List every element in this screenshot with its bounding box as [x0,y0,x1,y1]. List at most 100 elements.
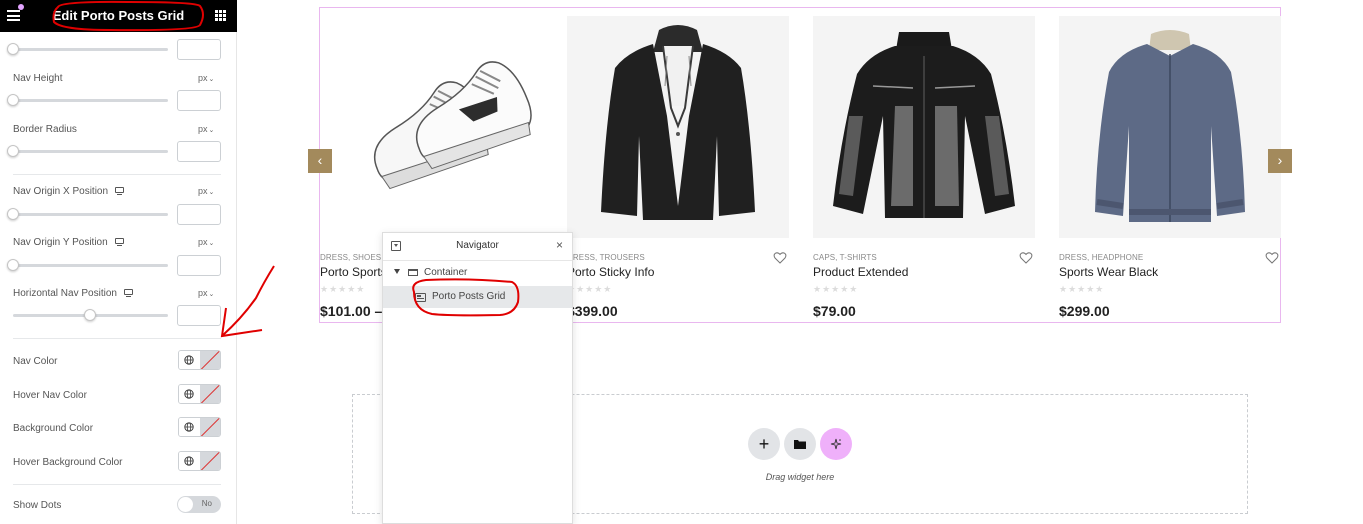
nav-origin-y-input[interactable] [177,255,221,276]
product-price: $299.00 [1059,303,1110,319]
product-price: $101.00 – [320,303,383,319]
nav-height-handle[interactable] [7,94,19,106]
horizontal-nav-position-input[interactable] [177,305,221,326]
hover-background-color-label: Hover Background Color [13,457,123,468]
product-price: $79.00 [813,303,856,319]
background-color-label: Background Color [13,423,94,434]
nav-origin-x-handle[interactable] [7,208,19,220]
carousel-next-button[interactable]: › [1268,149,1292,173]
desktop-icon[interactable] [114,238,124,246]
navigator-item-label: Container [424,267,468,278]
editor-panel: Edit Porto Posts Grid Nav Height px⌄ Bor… [0,0,237,524]
posts-grid-icon [415,293,426,302]
show-dots-toggle[interactable]: No [177,496,221,513]
nav-height-slider[interactable] [13,99,168,102]
unit-select[interactable]: px⌄ [198,237,214,247]
star-rating: ★★★★★ [813,284,859,294]
empty-color-swatch[interactable] [199,385,220,403]
product-categories[interactable]: DRESS, SHOES [320,253,381,262]
unit-select[interactable]: px⌄ [198,288,214,298]
divider [13,174,221,175]
folder-icon [794,440,806,449]
nav-origin-y-label: Nav Origin Y Position [13,237,124,248]
toggle-knob [178,497,193,512]
toggle-state: No [201,499,212,508]
heart-icon[interactable] [773,251,787,265]
hover-background-color-picker[interactable] [178,451,221,471]
globe-icon[interactable] [179,351,200,369]
show-dots-label: Show Dots [13,500,62,511]
unit-select[interactable]: px⌄ [198,186,214,196]
product-title[interactable]: Sports Wear Black [1059,265,1158,279]
ai-button[interactable] [820,428,852,460]
product-card[interactable]: DRESS, TROUSERS Porto Sticky Info ★★★★★ … [567,16,789,326]
star-rating: ★★★★★ [1059,284,1105,294]
hover-nav-color-label: Hover Nav Color [13,390,87,401]
background-color-picker[interactable] [178,417,221,437]
navigator-title: Navigator [456,240,499,251]
nav-origin-x-slider[interactable] [13,213,168,216]
product-card[interactable]: CAPS, T-SHIRTS Product Extended ★★★★★ $7… [813,16,1035,326]
desktop-icon[interactable] [123,289,133,297]
product-image-work-jacket[interactable] [813,16,1035,238]
product-title[interactable]: Product Extended [813,265,908,279]
nav-origin-y-slider[interactable] [13,264,168,267]
product-price: $399.00 [567,303,618,319]
nav-color-picker[interactable] [178,350,221,370]
border-radius-input[interactable] [177,141,221,162]
product-categories[interactable]: DRESS, TROUSERS [567,253,645,262]
hover-nav-color-picker[interactable] [178,384,221,404]
unit-select[interactable]: px⌄ [198,73,214,83]
desktop-icon[interactable] [115,187,125,195]
divider [13,484,221,485]
border-radius-label: Border Radius [13,124,77,135]
container-icon [408,269,418,276]
navigator-panel[interactable]: Navigator × Container Porto Posts Grid [382,232,573,524]
add-section-button[interactable]: + [748,428,780,460]
product-card[interactable]: DRESS, HEADPHONE Sports Wear Black ★★★★★… [1059,16,1281,326]
product-image-cardigan[interactable] [1059,16,1281,238]
close-icon[interactable]: × [556,238,563,252]
nav-origin-x-label: Nav Origin X Position [13,186,125,197]
navigator-item-porto-posts-grid[interactable]: Porto Posts Grid [383,286,572,308]
sparkle-icon [830,438,842,450]
nav-origin-y-handle[interactable] [7,259,19,271]
empty-color-swatch[interactable] [199,351,220,369]
caret-down-icon[interactable] [394,269,400,274]
product-title[interactable]: Porto Sticky Info [567,265,654,279]
star-rating: ★★★★★ [567,284,613,294]
navigator-header[interactable]: Navigator × [383,233,572,261]
product-categories[interactable]: CAPS, T-SHIRTS [813,253,877,262]
heart-icon[interactable] [1019,251,1033,265]
slider-track[interactable] [13,48,168,51]
nav-height-input[interactable] [177,90,221,111]
slider-handle[interactable] [7,43,19,55]
unit-select[interactable]: px⌄ [198,124,214,134]
border-radius-handle[interactable] [7,145,19,157]
nav-origin-x-input[interactable] [177,204,221,225]
globe-icon[interactable] [179,452,200,470]
nav-color-label: Nav Color [13,356,58,367]
panel-title: Edit Porto Posts Grid [52,8,185,23]
template-library-button[interactable] [784,428,816,460]
horizontal-nav-position-label: Horizontal Nav Position [13,288,133,299]
product-categories[interactable]: DRESS, HEADPHONE [1059,253,1143,262]
widgets-grid-icon[interactable] [215,10,226,21]
empty-color-swatch[interactable] [199,418,220,436]
globe-icon[interactable] [179,418,200,436]
number-input[interactable] [177,39,221,60]
navigator-item-container[interactable]: Container [383,262,572,284]
product-image-sneakers[interactable] [320,16,542,238]
carousel-prev-button[interactable]: ‹ [308,149,332,173]
heart-icon[interactable] [1265,251,1279,265]
navigator-item-label: Porto Posts Grid [432,291,506,302]
product-image-blazer[interactable] [567,16,789,238]
border-radius-slider[interactable] [13,150,168,153]
globe-icon[interactable] [179,385,200,403]
horizontal-nav-position-handle[interactable] [84,309,96,321]
star-rating: ★★★★★ [320,284,366,294]
product-title[interactable]: Porto Sports [320,265,387,279]
nav-height-label: Nav Height [13,73,63,84]
panel-header: Edit Porto Posts Grid [0,0,237,32]
empty-color-swatch[interactable] [199,452,220,470]
